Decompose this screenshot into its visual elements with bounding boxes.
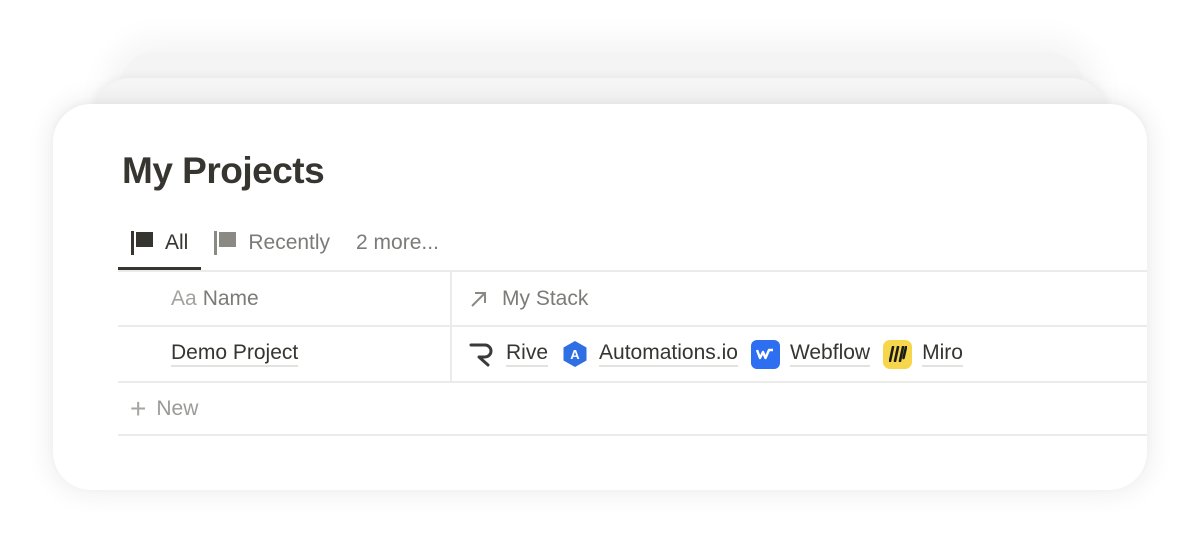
column-label: Name — [202, 286, 259, 310]
relation-arrow-icon — [471, 291, 486, 307]
table-header-row: Aa Name My Stack — [118, 270, 1147, 325]
add-new-row-button[interactable]: + New — [118, 383, 198, 434]
rive-logo-icon — [469, 343, 493, 367]
stack-item-label: Webflow — [789, 341, 871, 367]
miro-logo-icon — [883, 339, 913, 369]
name-cell[interactable]: Demo Project — [118, 327, 452, 381]
column-label: My Stack — [502, 286, 589, 310]
stack-cell[interactable]: Rive A Automations.io Webflow Miro — [452, 327, 1147, 381]
stack-item-automations[interactable]: A Automations.io — [561, 340, 738, 368]
svg-text:A: A — [570, 347, 580, 362]
row-title-link[interactable]: Demo Project — [171, 341, 299, 367]
page-title: My Projects — [122, 150, 325, 191]
tab-label: All — [165, 231, 189, 254]
stack-item-label: Miro — [922, 341, 963, 367]
database-card: My Projects All Recently 2 more... Aa Na… — [53, 104, 1147, 490]
new-label: New — [156, 396, 199, 420]
column-header-name[interactable]: Aa Name — [118, 272, 452, 325]
database-table: Aa Name My Stack Demo Project Rive A Aut… — [118, 270, 1147, 436]
tab-label: Recently — [248, 231, 331, 254]
new-row-container: + New — [118, 381, 1147, 436]
flag-icon — [214, 231, 237, 255]
table-row: Demo Project Rive A Automations.io Webfl… — [118, 325, 1147, 381]
stack-item-miro[interactable]: Miro — [883, 339, 963, 369]
stack-item-label: Rive — [506, 341, 549, 367]
view-tabs: All Recently 2 more... — [118, 216, 452, 270]
plus-icon: + — [130, 392, 147, 424]
automations-logo-icon: A — [563, 341, 587, 367]
stack-item-label: Automations.io — [599, 341, 738, 367]
title-property-icon: Aa — [171, 286, 197, 310]
stack-item-webflow[interactable]: Webflow — [750, 339, 871, 369]
column-header-my-stack[interactable]: My Stack — [452, 272, 1147, 325]
tab-recently[interactable]: Recently — [201, 216, 343, 270]
stack-item-rive[interactable]: Rive — [468, 340, 549, 368]
tab-all[interactable]: All — [118, 216, 202, 270]
webflow-logo-icon — [750, 339, 780, 369]
more-views-button[interactable]: 2 more... — [343, 231, 452, 255]
flag-icon — [131, 231, 153, 255]
